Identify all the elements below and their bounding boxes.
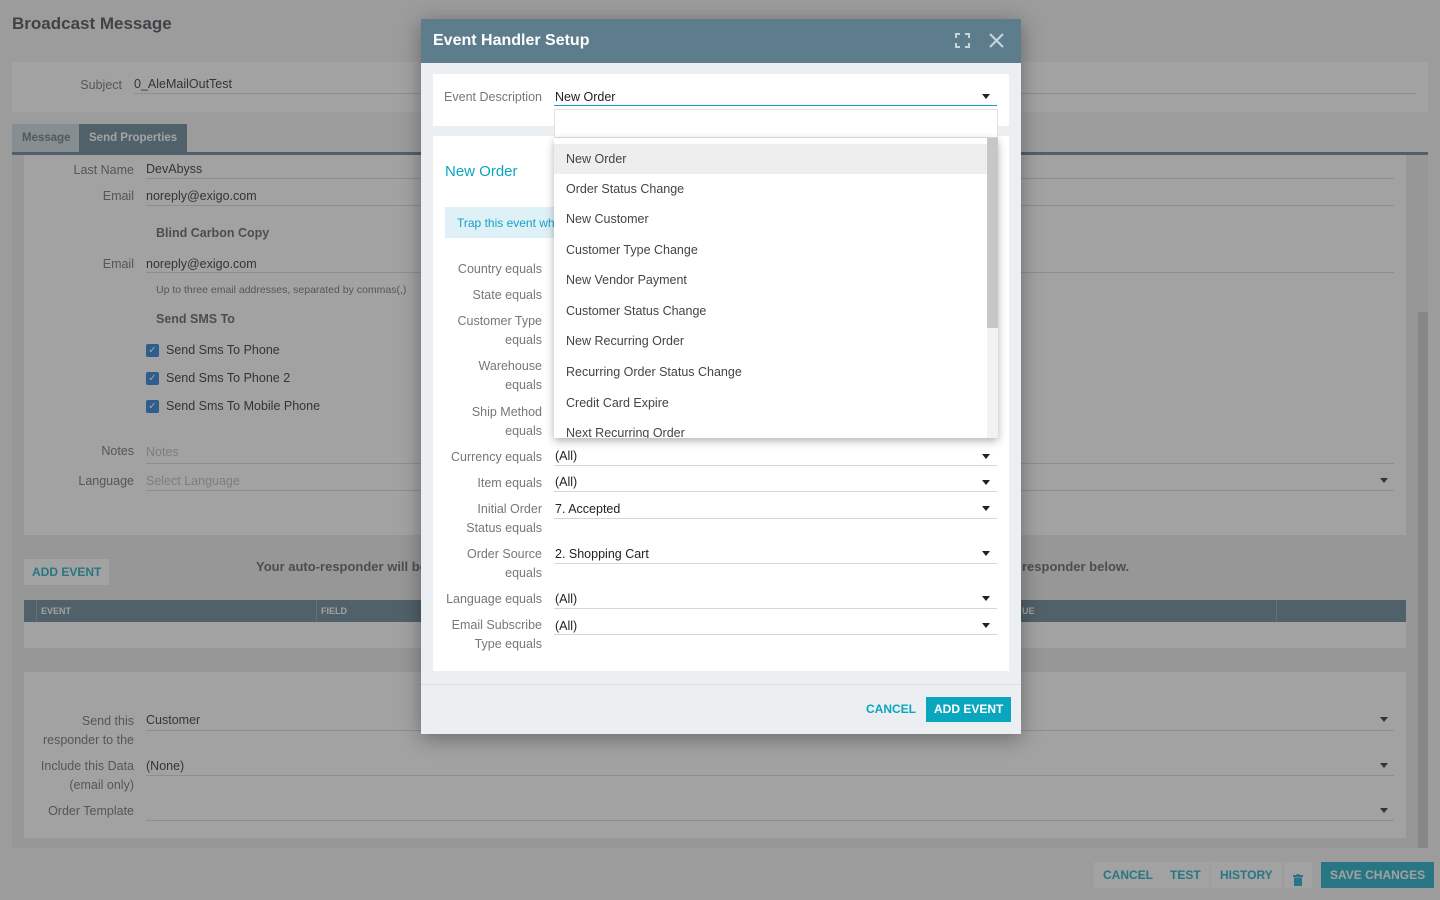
filter-state-label: State equals xyxy=(472,288,543,302)
event-description-underline xyxy=(554,105,997,106)
filter-item-label: Item equals xyxy=(477,476,542,490)
close-icon[interactable] xyxy=(989,33,1004,51)
filter-language-underline xyxy=(554,608,997,609)
filter-order-source-select[interactable]: 2. Shopping Cart xyxy=(555,547,649,561)
event-description-chevron-down-icon[interactable] xyxy=(982,94,990,99)
filter-currency-chevron-down-icon[interactable] xyxy=(982,454,990,459)
filter-currency-underline xyxy=(554,465,997,466)
filter-item-select[interactable]: (All) xyxy=(555,475,577,489)
dropdown-option-recurring-order-status-change[interactable]: Recurring Order Status Change xyxy=(554,357,987,387)
filter-customer-type-label: Customer Type equals xyxy=(457,314,542,347)
section-title: New Order xyxy=(445,163,518,180)
filter-email-subscribe-label: Email Subscribe Type equals xyxy=(451,618,542,651)
dropdown-scrollbar-thumb[interactable] xyxy=(987,138,998,328)
dropdown-option-new-customer[interactable]: New Customer xyxy=(554,204,987,234)
filter-email-subscribe-select[interactable]: (All) xyxy=(555,619,577,633)
event-description-dropdown: New Order Order Status Change New Custom… xyxy=(554,138,998,438)
dropdown-option-credit-card-expire[interactable]: Credit Card Expire xyxy=(554,388,987,418)
filter-initial-status-underline xyxy=(554,518,997,519)
filter-email-subscribe-underline xyxy=(554,634,997,635)
filter-order-source-underline xyxy=(554,563,997,564)
info-text: Trap this event wh xyxy=(457,216,555,230)
filter-initial-status-chevron-down-icon[interactable] xyxy=(982,506,990,511)
dialog-cancel-button[interactable]: CANCEL xyxy=(858,697,924,722)
dropdown-option-customer-type-change[interactable]: Customer Type Change xyxy=(554,235,987,265)
dropdown-scrollbar[interactable] xyxy=(987,138,998,438)
filter-language-label: Language equals xyxy=(446,592,542,606)
dialog-header: Event Handler Setup xyxy=(421,19,1021,63)
dropdown-option-new-recurring-order[interactable]: New Recurring Order xyxy=(554,326,987,356)
filter-initial-status-select[interactable]: 7. Accepted xyxy=(555,502,620,516)
filter-item-chevron-down-icon[interactable] xyxy=(982,480,990,485)
dropdown-option-new-order[interactable]: New Order xyxy=(554,144,987,174)
dropdown-search-input[interactable] xyxy=(554,109,998,138)
dropdown-option-next-recurring-order[interactable]: Next Recurring Order xyxy=(554,418,987,438)
event-description-select[interactable]: New Order xyxy=(555,90,615,104)
filter-order-source-label: Order Source equals xyxy=(466,547,542,580)
filter-initial-status-label: Initial Order Status equals xyxy=(466,502,542,535)
filter-ship-method-label: Ship Method equals xyxy=(471,405,542,438)
dialog-add-event-button[interactable]: ADD EVENT xyxy=(926,697,1012,722)
filter-item-underline xyxy=(554,491,997,492)
dropdown-option-order-status-change[interactable]: Order Status Change xyxy=(554,174,987,204)
filter-warehouse-label: Warehouse equals xyxy=(478,359,542,392)
filter-currency-select[interactable]: (All) xyxy=(555,449,577,463)
expand-icon[interactable] xyxy=(955,33,970,51)
filter-country-label: Country equals xyxy=(457,262,542,276)
filter-order-source-chevron-down-icon[interactable] xyxy=(982,551,990,556)
filter-language-select[interactable]: (All) xyxy=(555,592,577,606)
event-description-label: Event Description xyxy=(444,90,542,104)
dialog-title: Event Handler Setup xyxy=(433,32,590,49)
filter-email-subscribe-chevron-down-icon[interactable] xyxy=(982,623,990,628)
filter-currency-label: Currency equals xyxy=(450,450,542,464)
filter-language-chevron-down-icon[interactable] xyxy=(982,596,990,601)
dropdown-option-customer-status-change[interactable]: Customer Status Change xyxy=(554,296,987,326)
dropdown-option-new-vendor-payment[interactable]: New Vendor Payment xyxy=(554,265,987,295)
dialog-footer-divider xyxy=(421,684,1021,685)
